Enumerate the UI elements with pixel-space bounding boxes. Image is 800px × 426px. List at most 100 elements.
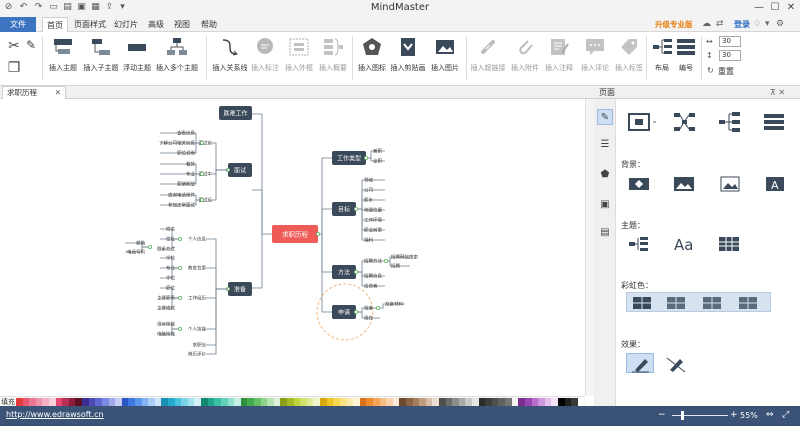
tab-advanced[interactable]: 高级 — [144, 17, 168, 32]
color-swatch[interactable] — [353, 398, 360, 406]
color-swatch[interactable] — [181, 398, 188, 406]
fit-page-icon[interactable]: ⇔ — [766, 410, 774, 421]
color-swatch[interactable] — [485, 398, 492, 406]
color-swatch[interactable] — [359, 398, 367, 406]
outline-tab-icon[interactable]: ▤ — [597, 225, 613, 241]
color-swatch[interactable] — [577, 398, 585, 406]
color-swatch[interactable] — [207, 398, 215, 406]
color-swatch[interactable] — [115, 398, 122, 406]
collapse-toggle[interactable] — [177, 236, 182, 241]
color-swatch[interactable] — [564, 398, 572, 406]
insert-icon-button[interactable]: 插入图标 — [354, 36, 390, 73]
color-swatch[interactable] — [201, 398, 208, 406]
vertical-spacing-input[interactable]: 30 — [719, 50, 741, 61]
zoom-out-icon[interactable]: − — [658, 410, 666, 421]
color-swatch[interactable] — [518, 398, 525, 406]
color-swatch[interactable] — [194, 398, 202, 406]
collapse-toggle[interactable] — [199, 140, 204, 145]
color-swatch[interactable] — [75, 398, 83, 406]
numbering-style-tile[interactable] — [761, 109, 793, 133]
collapse-toggle[interactable] — [177, 265, 182, 270]
color-swatch[interactable] — [472, 398, 479, 406]
color-swatch[interactable] — [253, 398, 261, 406]
upgrade-link[interactable]: 升级专业版 — [655, 17, 693, 32]
color-swatch[interactable] — [557, 398, 565, 406]
insert-sub-topic-button[interactable]: 插入子主题 — [80, 36, 122, 73]
color-swatch[interactable] — [29, 398, 36, 406]
layout-style-tile[interactable] — [626, 109, 658, 133]
color-swatch[interactable] — [425, 398, 433, 406]
close-panel-icon[interactable]: ✕ — [778, 88, 785, 97]
zoom-in-icon[interactable]: + — [730, 410, 738, 421]
color-swatch[interactable] — [280, 398, 287, 406]
color-swatch[interactable] — [333, 398, 340, 406]
color-swatch[interactable] — [267, 398, 274, 406]
color-swatch[interactable] — [35, 398, 43, 406]
settings-icon[interactable]: ⚙ — [776, 18, 784, 31]
file-menu[interactable]: 文件 — [0, 17, 36, 32]
color-swatch[interactable] — [531, 398, 539, 406]
color-swatch[interactable] — [49, 398, 56, 406]
insert-relationship-button[interactable]: 插入关系线 — [210, 36, 250, 73]
collapse-toggle[interactable] — [199, 197, 204, 202]
minimize-icon[interactable]: — — [752, 1, 766, 15]
color-swatch[interactable] — [240, 398, 248, 406]
shirt-icon[interactable]: ♢ — [753, 18, 761, 31]
color-swatch[interactable] — [445, 398, 453, 406]
tab-page-style[interactable]: 页面样式 — [70, 17, 110, 32]
numbering-button[interactable]: 编号 — [672, 36, 700, 73]
color-swatch[interactable] — [187, 398, 195, 406]
theme-font-tile[interactable]: Aa — [671, 233, 703, 254]
canvas-scrollbar[interactable] — [585, 99, 594, 396]
color-swatch[interactable] — [293, 398, 301, 406]
theme-color-tile[interactable] — [716, 233, 748, 253]
color-swatch[interactable] — [571, 398, 578, 406]
color-swatch[interactable] — [432, 398, 439, 406]
color-swatch[interactable] — [392, 398, 400, 406]
color-swatch[interactable] — [168, 398, 175, 406]
icon-tab-icon[interactable]: ⬟ — [597, 167, 613, 183]
color-swatch[interactable] — [247, 398, 254, 406]
color-swatch[interactable] — [524, 398, 532, 406]
close-tab-icon[interactable]: ✕ — [55, 87, 61, 99]
collapse-toggle[interactable] — [353, 269, 358, 274]
mindmap-canvas[interactable]: 求职历程 跌难工作 面试 面试前 查看信息 了解公司相关信息 职位说明 面试中 着装 专业 薪酬期望… — [0, 99, 585, 396]
pin-icon[interactable]: ⊼ — [770, 88, 776, 97]
collapse-toggle[interactable] — [199, 171, 204, 176]
color-swatch[interactable] — [260, 398, 268, 406]
effect-none-tile[interactable] — [661, 353, 689, 373]
insert-multiple-topics-button[interactable]: 插入多个主题 — [154, 36, 200, 73]
page-style-tab-icon[interactable]: ✎ — [597, 109, 613, 125]
color-swatch[interactable] — [273, 398, 281, 406]
color-swatch[interactable] — [128, 398, 135, 406]
color-swatch[interactable] — [538, 398, 545, 406]
watermark-tile[interactable]: A — [761, 173, 793, 193]
paste-button[interactable]: ✂ — [4, 38, 24, 57]
color-swatch[interactable] — [379, 398, 387, 406]
collapse-toggle[interactable] — [375, 305, 380, 310]
color-swatch[interactable] — [82, 398, 89, 406]
color-swatch[interactable] — [68, 398, 76, 406]
background-color-tile[interactable] — [626, 173, 658, 193]
collapse-toggle[interactable] — [363, 155, 368, 160]
color-swatch[interactable] — [372, 398, 380, 406]
color-swatch[interactable] — [220, 398, 228, 406]
format-tab-icon[interactable]: ☰ — [597, 137, 613, 153]
collapse-toggle[interactable] — [147, 244, 152, 249]
color-swatch[interactable] — [320, 398, 327, 406]
color-swatch[interactable] — [16, 398, 23, 406]
color-swatch[interactable] — [286, 398, 294, 406]
collapse-toggle[interactable] — [177, 295, 182, 300]
collapse-toggle[interactable] — [177, 326, 182, 331]
color-swatch[interactable] — [214, 398, 221, 406]
share-icon[interactable]: ⇄ — [716, 18, 724, 31]
color-swatch[interactable] — [154, 398, 162, 406]
dropdown-icon[interactable]: ▾ — [765, 18, 770, 31]
color-swatch[interactable] — [412, 398, 420, 406]
color-swatch[interactable] — [234, 398, 241, 406]
color-swatch[interactable] — [108, 398, 116, 406]
tab-home[interactable]: 首页 — [42, 17, 68, 32]
color-swatches[interactable] — [16, 398, 585, 406]
mindmap[interactable]: 求职历程跌难工作面试面试前查看信息了解公司相关信息职位说明面试中着装专业薪酬期望… — [0, 99, 585, 396]
color-swatch[interactable] — [498, 398, 506, 406]
